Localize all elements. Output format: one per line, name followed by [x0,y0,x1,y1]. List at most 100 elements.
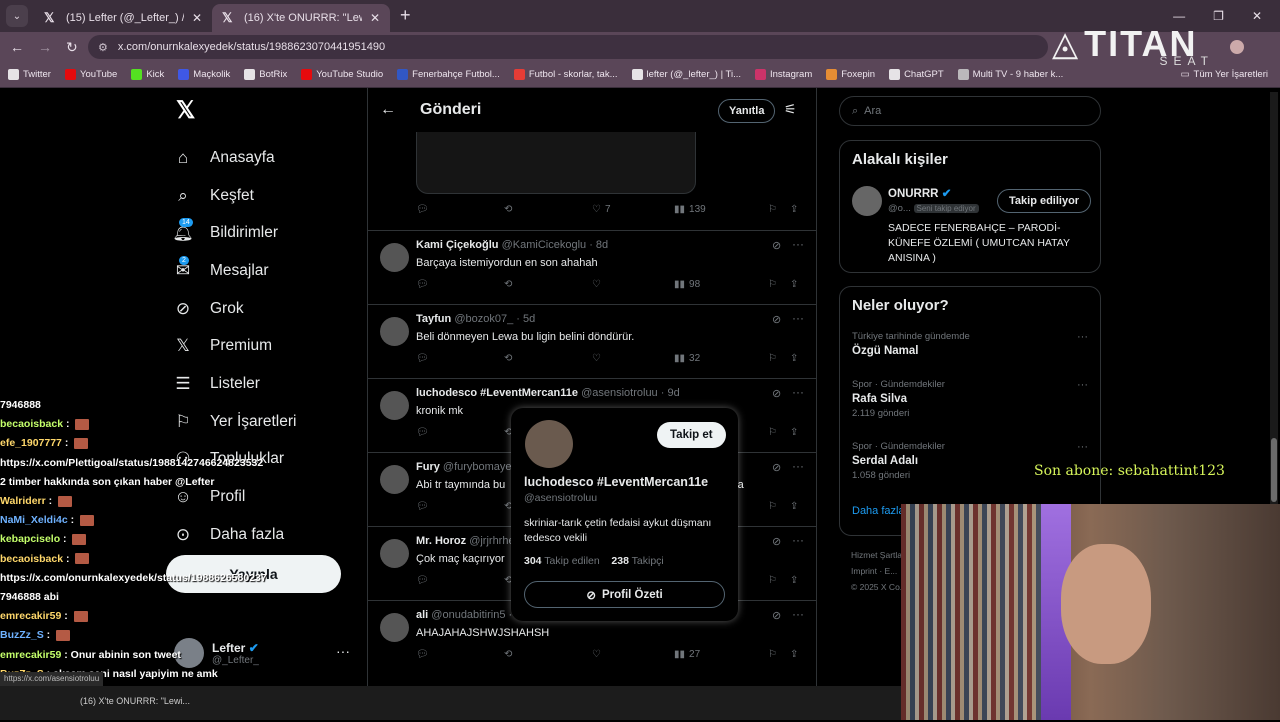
tab-search-button[interactable]: ⌄ [6,5,28,27]
taskbar-item[interactable]: (16) X'te ONURRR: "Lewi... [80,696,190,706]
grok-icon[interactable]: ⊘ [772,387,781,400]
avatar[interactable] [380,465,409,494]
close-window-icon[interactable]: ✕ [1252,9,1262,23]
bookmark-icon[interactable]: ⚐ [768,501,790,512]
grok-icon[interactable]: ⊘ [772,239,781,252]
trend-item[interactable]: Spor · Gündemdekiler Rafa Silva 2.119 gönd… [852,379,1092,419]
minimize-icon[interactable]: — [1173,9,1185,23]
tab-close-icon[interactable]: ✕ [192,11,202,25]
grok-icon[interactable]: ⊘ [772,609,781,622]
new-tab-icon[interactable]: + [400,5,411,26]
reload-icon[interactable]: ↻ [66,39,78,56]
tweet-time[interactable]: · 5d [516,313,535,325]
bookmark-icon[interactable]: ⚐ [768,575,790,586]
reply-icon[interactable]: 💬︎ [416,204,504,215]
bookmark-icon[interactable]: ⚐ [768,353,790,364]
following-label[interactable]: Takip edilen [544,555,599,567]
address-bar[interactable]: ⚙ x.com/onurnkalexyedek/status/198862307… [88,35,1048,59]
bookmark-instagram[interactable]: Instagram [755,69,812,80]
following-button[interactable]: Takip ediliyor [997,189,1092,213]
views-button[interactable]: ▮▮ 98 [674,279,768,290]
more-dots-icon[interactable]: ··· [1077,331,1088,343]
browser-tab-2[interactable]: 𝕏 (16) X'te ONURRR: "Lewa'nın b... ✕ [212,4,390,32]
follow-button[interactable]: Takip et [657,422,726,448]
tweet-time[interactable]: · 9d [661,387,680,399]
reply-icon[interactable]: 💬︎ [416,427,504,438]
nav-item-grok[interactable]: ⊘ Grok [172,290,362,328]
like-button[interactable]: ♡ 7 [592,204,674,215]
share-icon[interactable]: ⇪ [790,427,798,438]
retweet-icon[interactable]: ⟲ [504,204,592,215]
bookmark-icon[interactable]: ⚐ [768,204,790,215]
tweet-time[interactable]: · 8d [589,239,608,251]
tune-icon[interactable]: ⚟ [784,101,797,118]
bookmark-icon[interactable]: ⚐ [768,279,790,290]
tweet-author[interactable]: luchodesco #LeventMercan11e [416,387,578,399]
bookmark-fenerbahce[interactable]: Fenerbahçe Futbol... [397,69,500,80]
reply-button[interactable]: Yanıtla [718,99,776,123]
tweet-author[interactable]: Mr. Horoz [416,535,466,547]
reply-icon[interactable]: 💬︎ [416,279,504,290]
bookmark-youtube[interactable]: YouTube [64,69,117,80]
followers-label[interactable]: Takipçi [632,555,664,567]
avatar[interactable] [525,420,573,468]
tweet-reply[interactable]: Tayfun @bozok07_ · 5d Beli dönmeyen Lewa … [368,304,816,378]
reply-icon[interactable]: 💬︎ [416,501,504,512]
site-settings-icon[interactable]: ⚙ [98,41,108,54]
share-icon[interactable]: ⇪ [790,649,798,660]
reply-icon[interactable]: 💬︎ [416,575,504,586]
like-icon[interactable]: ♡ [592,353,674,364]
retweet-icon[interactable]: ⟲ [504,649,592,660]
tweet-handle[interactable]: @KamiCicekoglu [502,239,587,251]
nav-item-home[interactable]: ⌂ Anasayfa [172,139,362,177]
bookmark-mackolik[interactable]: Maçkolik [178,69,230,80]
forward-arrow-icon[interactable]: → [38,39,52,55]
retweet-icon[interactable]: ⟲ [504,353,592,364]
back-arrow-icon[interactable]: ← [380,101,420,119]
bookmark-botrix[interactable]: BotRix [244,69,287,80]
tweet-author[interactable]: Fury [416,461,440,473]
share-icon[interactable]: ⇪ [790,501,798,512]
tweet-handle[interactable]: @jrjrhrhe [469,535,514,547]
avatar[interactable] [380,539,409,568]
bookmark-foxepin[interactable]: Foxepin [826,69,875,80]
retweet-icon[interactable]: ⟲ [504,279,592,290]
more-dots-icon[interactable]: ··· [1077,379,1088,391]
tweet-author[interactable]: ali [416,609,428,621]
bookmark-x[interactable]: Twitter [8,69,51,80]
share-icon[interactable]: ⇪ [790,279,798,290]
nav-item-mail[interactable]: ✉ 2 Mesajlar [172,252,362,290]
more-dots-icon[interactable]: ··· [792,459,804,473]
share-icon[interactable]: ⇪ [790,204,798,215]
avatar[interactable] [380,391,409,420]
tab-close-icon[interactable]: ✕ [370,11,380,25]
show-more-link[interactable]: Daha fazla [852,505,905,517]
tweet-handle[interactable]: @bozok07_ [454,313,513,325]
like-icon[interactable]: ♡ [592,279,674,290]
views-button[interactable]: ▮▮ 27 [674,649,768,660]
related-name[interactable]: ONURRR ✔ [888,186,951,200]
reply-icon[interactable]: 💬︎ [416,353,504,364]
bookmark-icon[interactable]: ⚐ [768,427,790,438]
more-dots-icon[interactable]: ··· [792,607,804,621]
tweet-author[interactable]: Kami Çiçekoğlu [416,239,499,251]
grok-icon[interactable]: ⊘ [772,461,781,474]
more-dots-icon[interactable]: ··· [792,533,804,547]
more-dots-icon[interactable]: ··· [1077,441,1088,453]
hovercard-handle[interactable]: @asensiotroluu [524,492,597,504]
nav-item-search[interactable]: ⌕ Keşfet [172,177,362,215]
browser-tab-1[interactable]: 𝕏 (15) Lefter (@_Lefter_) / X ✕ [34,4,212,32]
scrollbar-thumb[interactable] [1271,438,1277,502]
tweet-handle[interactable]: @asensiotroluu [581,387,658,399]
bookmark-icon[interactable]: ⚐ [768,649,790,660]
bookmark-chatgpt[interactable]: ChatGPT [889,69,944,80]
more-dots-icon[interactable]: ··· [792,311,804,325]
tweet-author[interactable]: Tayfun [416,313,451,325]
tweet-handle[interactable]: @onudabitirin5 [431,609,505,621]
profile-summary-button[interactable]: ⊘ Profil Özeti [524,581,725,608]
like-icon[interactable]: ♡ [592,649,674,660]
bookmark-multitv[interactable]: Multi TV - 9 haber k... [957,69,1063,80]
nav-item-bell[interactable]: 🔔︎ 14 Bildirimler [172,214,362,252]
avatar[interactable] [380,613,409,642]
search-input[interactable]: ⌕ Ara [839,96,1101,126]
